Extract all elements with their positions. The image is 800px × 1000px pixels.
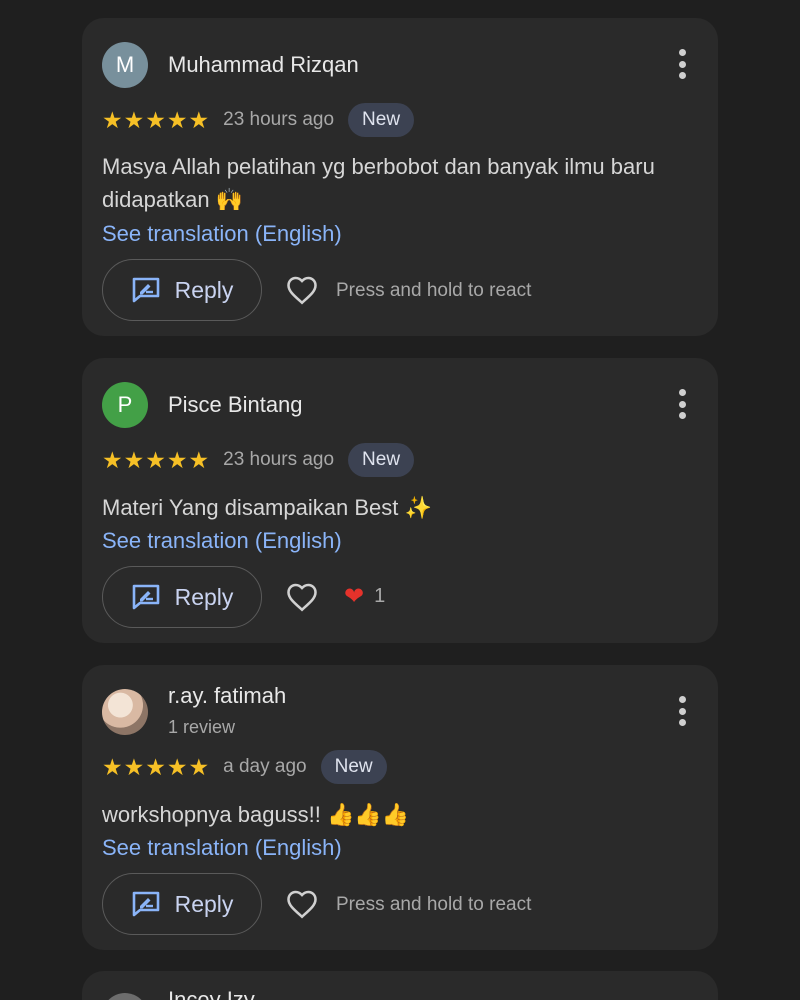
review-meta: ★ ★ ★ ★ ★ 23 hours ago New: [102, 443, 415, 477]
review-time: 23 hours ago: [223, 449, 335, 470]
more-vert-icon[interactable]: [678, 696, 686, 726]
star-icon: ★: [123, 753, 145, 780]
star-icon: ★: [188, 106, 210, 133]
thumbs-up-emoji: 👍👍👍: [327, 802, 410, 827]
reaction-count: 1: [374, 585, 386, 607]
reviewer-name[interactable]: Pisce Bintang: [168, 392, 303, 418]
star-icon: ★: [166, 106, 188, 133]
sparkles-emoji: ✨: [404, 495, 432, 520]
star-icon: ★: [145, 446, 166, 473]
reviewer-name[interactable]: r.ay. fatimah: [168, 683, 286, 709]
see-translation-link[interactable]: See translation (English): [102, 835, 342, 861]
reaction-summary[interactable]: ❤ 1: [344, 582, 385, 611]
reply-label: Reply: [174, 583, 234, 610]
star-icon: ★: [166, 446, 188, 473]
heart-outline-icon[interactable]: [284, 272, 320, 308]
review-text-line: workshopnya baguss!!: [102, 802, 321, 827]
more-vert-icon[interactable]: [678, 389, 686, 419]
review-card: P Pisce Bintang ★ ★ ★ ★ ★ 23 hours ago N…: [82, 358, 718, 643]
react-hint: Press and hold to react: [336, 894, 532, 915]
star-icon: ★: [188, 753, 210, 780]
review-text: workshopnya baguss!! 👍👍👍: [102, 798, 702, 831]
star-icon: ★: [123, 106, 145, 133]
reply-label: Reply: [174, 276, 234, 303]
reply-button[interactable]: Reply: [102, 259, 262, 321]
red-heart-icon: ❤: [344, 583, 365, 610]
see-translation-link[interactable]: See translation (English): [102, 528, 342, 554]
reply-button[interactable]: Reply: [102, 873, 262, 935]
new-badge: New: [348, 103, 415, 137]
reply-edit-icon: [132, 277, 159, 303]
star-icon: ★: [166, 753, 188, 780]
star-rating: ★ ★ ★ ★ ★: [102, 446, 210, 473]
star-icon: ★: [102, 106, 123, 133]
review-text: Masya Allah pelatihan yg berbobot dan ba…: [102, 150, 702, 216]
review-count: 1 review: [168, 717, 236, 737]
avatar[interactable]: [102, 689, 148, 735]
review-time: 23 hours ago: [223, 109, 335, 130]
review-text-line: Masya Allah pelatihan yg berbobot dan ba…: [102, 154, 655, 179]
react-hint: Press and hold to react: [336, 280, 532, 301]
heart-outline-icon[interactable]: [284, 579, 320, 615]
review-card: r.ay. fatimah 1 review ★ ★ ★ ★ ★ a day a…: [82, 665, 718, 950]
reply-button[interactable]: Reply: [102, 566, 262, 628]
review-text: Materi Yang disampaikan Best ✨: [102, 491, 702, 524]
star-icon: ★: [145, 753, 166, 780]
see-translation-link[interactable]: See translation (English): [102, 221, 342, 247]
reviewer-name[interactable]: Muhammad Rizqan: [168, 52, 359, 78]
reviewer-name[interactable]: Incey Izy: [168, 987, 255, 1000]
review-text-line: didapatkan: [102, 187, 210, 212]
review-meta: ★ ★ ★ ★ ★ 23 hours ago New: [102, 103, 415, 137]
raising-hands-emoji: 🙌: [215, 187, 244, 212]
review-card: M Muhammad Rizqan ★ ★ ★ ★ ★ 23 hours ago…: [82, 18, 718, 336]
reply-label: Reply: [174, 890, 234, 917]
review-text-line: Materi Yang disampaikan Best: [102, 495, 399, 520]
star-icon: ★: [102, 753, 123, 780]
review-time: a day ago: [223, 756, 307, 777]
avatar[interactable]: P: [102, 382, 148, 428]
star-icon: ★: [123, 446, 145, 473]
new-badge: New: [320, 750, 387, 784]
star-rating: ★ ★ ★ ★ ★: [102, 106, 210, 133]
more-vert-icon[interactable]: [678, 49, 686, 79]
avatar[interactable]: [102, 993, 148, 1000]
review-card: Incey Izy: [82, 971, 718, 1000]
star-icon: ★: [145, 106, 166, 133]
reply-edit-icon: [132, 584, 159, 610]
star-icon: ★: [102, 446, 123, 473]
star-icon: ★: [188, 446, 210, 473]
new-badge: New: [348, 443, 415, 477]
heart-outline-icon[interactable]: [284, 886, 320, 922]
review-meta: ★ ★ ★ ★ ★ a day ago New: [102, 750, 387, 784]
reply-edit-icon: [132, 891, 159, 917]
avatar[interactable]: M: [102, 42, 148, 88]
star-rating: ★ ★ ★ ★ ★: [102, 753, 210, 780]
